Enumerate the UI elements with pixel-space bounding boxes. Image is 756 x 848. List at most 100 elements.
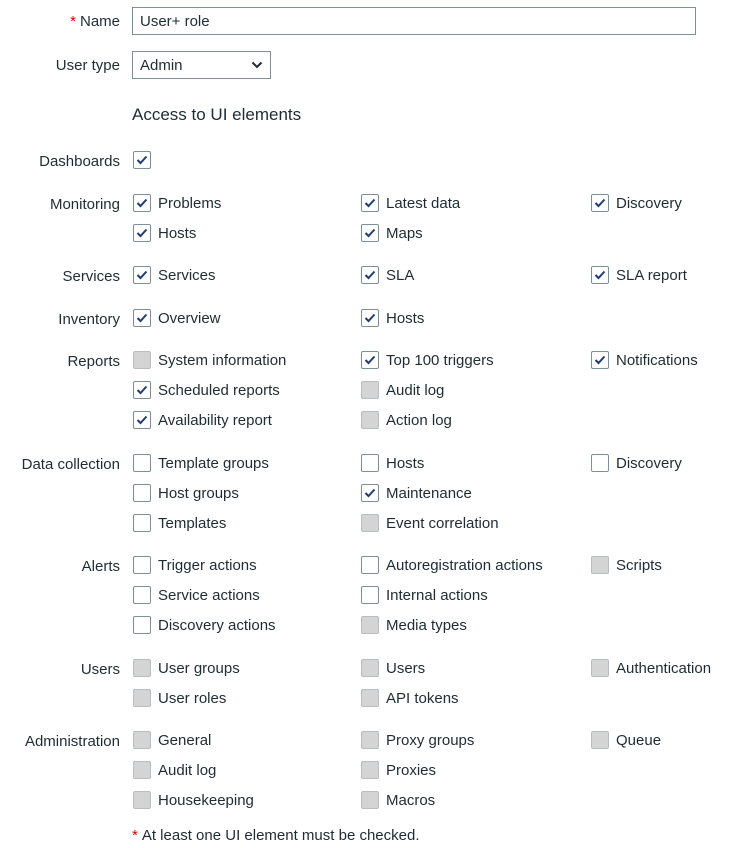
checkbox-checked[interactable] bbox=[133, 194, 151, 212]
ui-element-checkbox[interactable]: Top 100 triggers bbox=[361, 351, 494, 369]
checkbox[interactable] bbox=[361, 586, 379, 604]
ui-element-checkbox[interactable]: SLA bbox=[361, 266, 414, 284]
ui-element-checkbox[interactable]: Notifications bbox=[591, 351, 698, 369]
ui-element-checkbox: User groups bbox=[133, 659, 240, 677]
ui-element-checkbox[interactable]: Autoregistration actions bbox=[361, 556, 543, 574]
checkbox-checked[interactable] bbox=[361, 484, 379, 502]
checkbox bbox=[591, 731, 609, 749]
checkbox-checked[interactable] bbox=[133, 381, 151, 399]
checkbox-label: Authentication bbox=[616, 659, 712, 677]
ui-element-checkbox[interactable]: Services bbox=[133, 266, 216, 284]
group-label: Dashboards bbox=[39, 153, 120, 170]
checkbox-label: Discovery actions bbox=[158, 616, 276, 634]
ui-element-checkbox: Scripts bbox=[591, 556, 662, 574]
checkbox-checked[interactable] bbox=[133, 411, 151, 429]
checkbox-label: SLA bbox=[386, 266, 415, 284]
ui-element-checkbox[interactable]: Templates bbox=[133, 514, 226, 532]
checkbox[interactable] bbox=[133, 454, 151, 472]
checkmark-icon bbox=[594, 198, 606, 208]
checkmark-icon bbox=[136, 270, 148, 280]
checkbox-label: Event correlation bbox=[386, 514, 499, 532]
ui-element-checkbox[interactable]: Trigger actions bbox=[133, 556, 257, 574]
checkbox[interactable] bbox=[133, 586, 151, 604]
checkbox-label: Scheduled reports bbox=[158, 381, 280, 399]
checkmark-icon bbox=[364, 313, 376, 323]
ui-element-checkbox: Authentication bbox=[591, 659, 711, 677]
ui-element-checkbox[interactable]: Availability report bbox=[133, 411, 272, 429]
name-label-text: Name bbox=[79, 13, 120, 30]
checkbox bbox=[361, 731, 379, 749]
section-title: Access to UI elements bbox=[132, 105, 302, 124]
ui-element-checkbox[interactable]: Internal actions bbox=[361, 586, 488, 604]
checkbox-checked[interactable] bbox=[591, 194, 609, 212]
checkbox-label: Notifications bbox=[616, 351, 698, 369]
ui-element-checkbox[interactable]: Maps bbox=[361, 224, 423, 242]
checkbox[interactable] bbox=[361, 556, 379, 574]
checkbox-label: API tokens bbox=[386, 689, 459, 707]
ui-element-checkbox[interactable]: Service actions bbox=[133, 586, 260, 604]
checkbox[interactable] bbox=[133, 616, 151, 634]
checkbox-label: Proxies bbox=[386, 761, 437, 779]
checkbox-checked[interactable] bbox=[361, 266, 379, 284]
checkbox-checked[interactable] bbox=[133, 151, 151, 169]
checkbox-label: Proxy groups bbox=[386, 731, 475, 749]
checkbox-label: General bbox=[158, 731, 212, 749]
ui-element-checkbox[interactable] bbox=[133, 151, 158, 169]
checkbox-label: Template groups bbox=[158, 454, 269, 472]
checkbox-checked[interactable] bbox=[361, 224, 379, 242]
checkbox-checked[interactable] bbox=[361, 351, 379, 369]
group-label: Alerts bbox=[81, 558, 120, 575]
checkbox-label: User roles bbox=[158, 689, 227, 707]
footnote: * At least one UI element must be checked… bbox=[132, 827, 420, 844]
checkbox-label: Templates bbox=[158, 514, 227, 532]
checkmark-icon bbox=[364, 198, 376, 208]
ui-element-checkbox[interactable]: Problems bbox=[133, 194, 221, 212]
ui-element-checkbox[interactable]: Hosts bbox=[133, 224, 196, 242]
user-type-label: User type bbox=[55, 57, 120, 74]
checkbox-checked[interactable] bbox=[361, 194, 379, 212]
ui-element-checkbox[interactable]: Host groups bbox=[133, 484, 239, 502]
checkbox[interactable] bbox=[591, 454, 609, 472]
ui-element-checkbox: Queue bbox=[591, 731, 661, 749]
user-type-select[interactable]: Admin bbox=[132, 51, 271, 79]
required-mark: * bbox=[132, 827, 138, 844]
checkmark-icon bbox=[136, 415, 148, 425]
ui-element-checkbox[interactable]: Hosts bbox=[361, 309, 424, 327]
checkbox-checked[interactable] bbox=[591, 266, 609, 284]
group-label: Administration bbox=[24, 733, 120, 750]
checkbox[interactable] bbox=[133, 484, 151, 502]
ui-element-checkbox[interactable]: Template groups bbox=[133, 454, 269, 472]
ui-element-checkbox: Event correlation bbox=[361, 514, 499, 532]
checkbox-checked[interactable] bbox=[133, 224, 151, 242]
ui-element-checkbox[interactable]: Scheduled reports bbox=[133, 381, 280, 399]
user-type-value: Admin bbox=[140, 56, 183, 74]
checkbox-label: Discovery bbox=[616, 194, 682, 212]
checkmark-icon bbox=[136, 313, 148, 323]
checkbox-label: System information bbox=[158, 351, 287, 369]
checkbox[interactable] bbox=[133, 556, 151, 574]
ui-element-checkbox[interactable]: Maintenance bbox=[361, 484, 472, 502]
checkbox-checked[interactable] bbox=[591, 351, 609, 369]
checkbox-checked[interactable] bbox=[133, 266, 151, 284]
ui-element-checkbox[interactable]: Latest data bbox=[361, 194, 460, 212]
checkbox-label: Users bbox=[386, 659, 426, 677]
checkbox-checked[interactable] bbox=[133, 309, 151, 327]
checkbox[interactable] bbox=[133, 514, 151, 532]
group-label: Monitoring bbox=[49, 196, 120, 213]
ui-element-checkbox[interactable]: Discovery bbox=[591, 454, 682, 472]
checkbox-label: Overview bbox=[158, 309, 221, 327]
checkbox bbox=[133, 351, 151, 369]
name-input[interactable] bbox=[132, 7, 696, 35]
checkbox[interactable] bbox=[361, 454, 379, 472]
ui-element-checkbox[interactable]: Discovery bbox=[591, 194, 682, 212]
ui-element-checkbox[interactable]: Discovery actions bbox=[133, 616, 276, 634]
ui-element-checkbox: Media types bbox=[361, 616, 467, 634]
ui-element-checkbox: Proxy groups bbox=[361, 731, 474, 749]
ui-element-checkbox[interactable]: SLA report bbox=[591, 266, 687, 284]
checkbox-label: Hosts bbox=[386, 309, 425, 327]
checkbox-checked[interactable] bbox=[361, 309, 379, 327]
ui-element-checkbox[interactable]: Hosts bbox=[361, 454, 424, 472]
ui-element-checkbox[interactable]: Overview bbox=[133, 309, 221, 327]
checkmark-icon bbox=[364, 228, 376, 238]
checkbox-label: Availability report bbox=[158, 411, 272, 429]
